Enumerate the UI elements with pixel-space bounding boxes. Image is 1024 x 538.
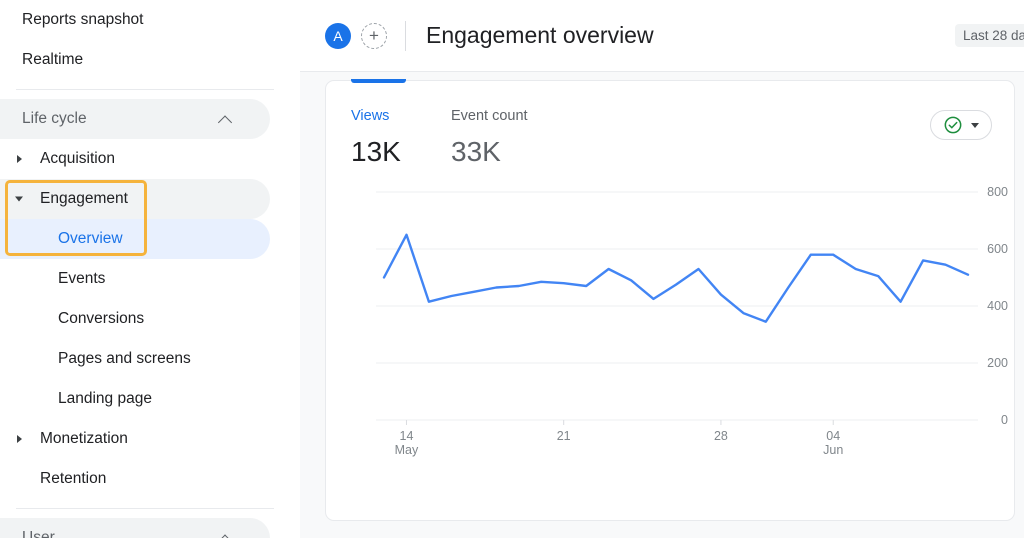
sidebar-section-label: User: [22, 530, 55, 538]
sidebar-divider-bottom: [16, 508, 274, 509]
sidebar-item-label: Pages and screens: [58, 351, 191, 367]
chart-gridlines: [376, 192, 978, 420]
sidebar-item-label: Retention: [40, 471, 106, 487]
chart-y-tick-label: 0: [1001, 413, 1008, 427]
sidebar-section-label: Life cycle: [22, 111, 87, 127]
main-content: A + Engagement overview Last 28 da Views…: [300, 0, 1024, 538]
sidebar-divider-top: [16, 89, 274, 90]
sidebar-item-conversions[interactable]: Conversions: [0, 299, 300, 339]
active-tab-indicator: [351, 79, 406, 83]
sidebar-item-monetization[interactable]: Monetization: [0, 419, 300, 459]
header-separator: [405, 21, 406, 51]
views-line-chart[interactable]: 0 200 400 600 800 14May 21 28 04Jun: [326, 176, 1016, 466]
sidebar-section-life-cycle[interactable]: Life cycle: [0, 99, 270, 139]
chart-x-tick-label: 04Jun: [823, 429, 843, 457]
avatar[interactable]: A: [325, 23, 351, 49]
sidebar-item-acquisition[interactable]: Acquisition: [0, 139, 300, 179]
sidebar-item-reports-snapshot[interactable]: Reports snapshot: [0, 0, 300, 40]
sidebar-item-label: Monetization: [40, 431, 128, 447]
data-quality-dropdown[interactable]: [930, 110, 992, 140]
top-bar: A + Engagement overview Last 28 da: [300, 0, 1024, 72]
add-comparison-button[interactable]: +: [361, 23, 387, 49]
engagement-overview-card: Views 13K Event count 33K: [325, 80, 1015, 521]
sidebar: Reports snapshot Realtime Life cycle Acq…: [0, 0, 300, 538]
sidebar-item-label: Realtime: [22, 52, 83, 68]
chevron-right-icon: [17, 155, 22, 163]
chart-x-tickmarks: [406, 420, 833, 425]
metric-value: 33K: [451, 138, 528, 166]
sidebar-item-label: Engagement: [40, 191, 128, 207]
sidebar-item-landing-page[interactable]: Landing page: [0, 379, 300, 419]
chart-x-tick-label: 21: [557, 429, 571, 443]
chart-x-tick-label: 28: [714, 429, 728, 443]
metric-value: 13K: [351, 138, 401, 166]
chart-svg: [326, 176, 1016, 466]
chevron-up-icon: [219, 532, 232, 538]
sidebar-item-label: Events: [58, 271, 105, 287]
app-root: Reports snapshot Realtime Life cycle Acq…: [0, 0, 1024, 538]
sidebar-section-user[interactable]: User: [0, 518, 270, 538]
sidebar-item-label: Reports snapshot: [22, 12, 144, 28]
sidebar-item-label: Overview: [58, 231, 123, 247]
metric-event-count[interactable]: Event count 33K: [451, 109, 528, 166]
sidebar-item-realtime[interactable]: Realtime: [0, 40, 300, 80]
chart-y-tick-label: 400: [987, 299, 1008, 313]
chart-y-tick-label: 600: [987, 242, 1008, 256]
chart-x-tick-label: 14May: [395, 429, 419, 457]
check-circle-icon: [943, 115, 963, 135]
date-range-selector[interactable]: Last 28 da: [955, 24, 1024, 47]
caret-down-icon: [971, 123, 979, 128]
chart-series-line: [384, 235, 968, 322]
sidebar-item-engagement[interactable]: Engagement: [0, 179, 270, 219]
sidebar-item-overview[interactable]: Overview: [0, 219, 270, 259]
chevron-down-icon: [15, 197, 23, 202]
sidebar-item-events[interactable]: Events: [0, 259, 300, 299]
sidebar-item-pages-and-screens[interactable]: Pages and screens: [0, 339, 300, 379]
metric-label: Views: [351, 109, 401, 124]
sidebar-item-label: Conversions: [58, 311, 144, 327]
page-title: Engagement overview: [426, 22, 654, 49]
metric-label: Event count: [451, 109, 528, 124]
chart-y-tick-label: 800: [987, 185, 1008, 199]
chevron-up-icon: [219, 113, 232, 126]
metric-views[interactable]: Views 13K: [351, 109, 401, 166]
sidebar-item-label: Landing page: [58, 391, 152, 407]
sidebar-item-retention[interactable]: Retention: [0, 459, 300, 499]
chart-y-tick-label: 200: [987, 356, 1008, 370]
chevron-right-icon: [17, 435, 22, 443]
sidebar-item-label: Acquisition: [40, 151, 115, 167]
